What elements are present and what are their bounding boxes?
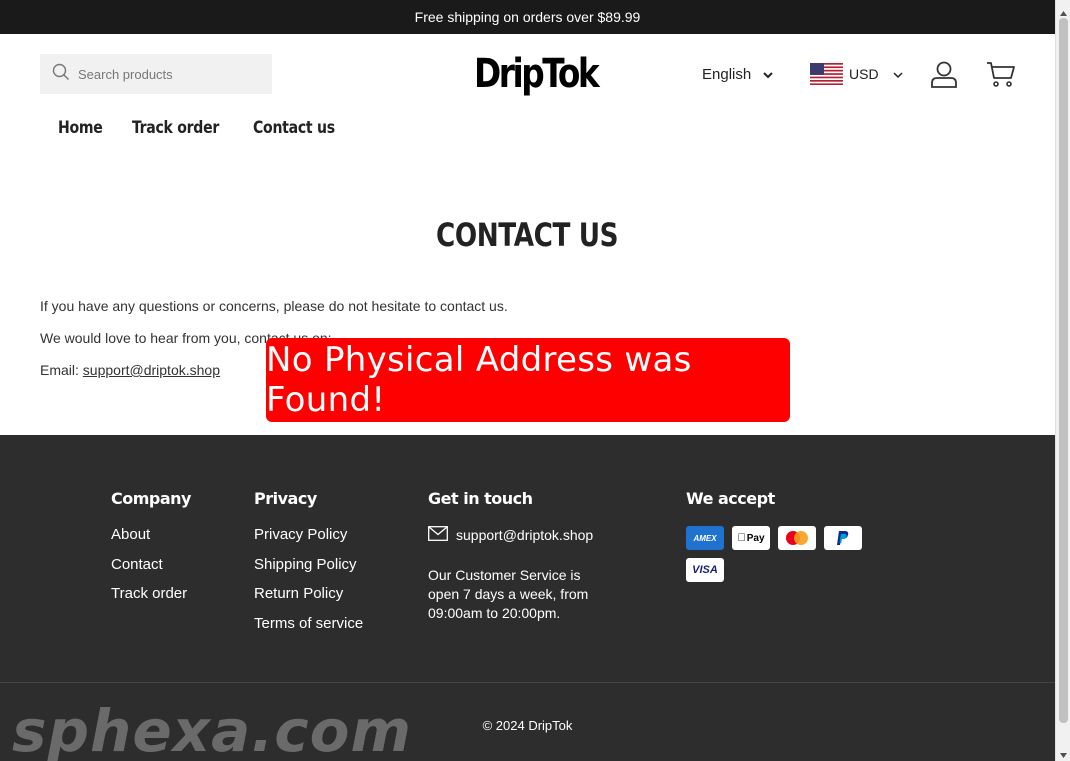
search-icon[interactable] <box>52 63 70 86</box>
language-selector[interactable]: English <box>702 64 773 84</box>
account-icon[interactable] <box>930 60 958 88</box>
page: Free shipping on orders over $89.99 Drip… <box>0 0 1055 761</box>
copyright: © 2024 DripTok <box>482 718 573 733</box>
main-nav: Home Track order Contact us <box>58 118 368 138</box>
footer-link-return-policy[interactable]: Return Policy <box>254 585 363 615</box>
page-title: CONTACT US <box>0 216 1055 254</box>
overlay-banner: No Physical Address was Found! <box>266 338 790 422</box>
email-label: Email: <box>40 362 83 378</box>
store-logo[interactable]: DripTok <box>474 49 600 99</box>
footer-link-terms[interactable]: Terms of service <box>254 615 363 645</box>
email-line: Email: support@driptok.shop <box>40 362 220 378</box>
chevron-down-icon <box>763 66 773 83</box>
language-label: English <box>702 65 752 83</box>
footer-heading-contact: Get in touch <box>428 489 533 508</box>
cart-icon[interactable] <box>986 60 1016 88</box>
footer-link-shipping-policy[interactable]: Shipping Policy <box>254 556 363 586</box>
vertical-scrollbar[interactable] <box>1055 0 1070 761</box>
nav-item-track-order[interactable]: Track order <box>132 118 219 138</box>
page-title-text: CONTACT US <box>436 216 619 254</box>
search-box[interactable] <box>40 54 272 94</box>
footer: Company About Contact Track order Privac… <box>0 435 1055 761</box>
nav-item-home[interactable]: Home <box>58 118 103 138</box>
footer-payments: We accept AMEX Pay VISA <box>686 489 862 582</box>
email-link[interactable]: support@driptok.shop <box>83 362 220 378</box>
announcement-text: Free shipping on orders over $89.99 <box>414 9 641 25</box>
mastercard-icon <box>778 526 816 550</box>
footer-link-about[interactable]: About <box>111 526 191 556</box>
scroll-up-arrow-icon[interactable] <box>1059 5 1068 16</box>
envelope-icon <box>428 526 456 544</box>
payment-cards: AMEX Pay VISA <box>686 526 862 582</box>
overlay-text: No Physical Address was Found! <box>266 340 692 420</box>
announcement-bar: Free shipping on orders over $89.99 <box>0 0 1055 34</box>
footer-link-contact[interactable]: Contact <box>111 556 191 586</box>
chevron-down-icon <box>893 66 903 82</box>
nav-item-contact-us[interactable]: Contact us <box>253 118 335 138</box>
service-hours: Our Customer Service is open 7 days a we… <box>428 567 589 621</box>
footer-heading-payments: We accept <box>686 489 775 508</box>
scroll-down-arrow-icon[interactable] <box>1059 747 1068 758</box>
scrollbar-thumb[interactable] <box>1059 18 1068 723</box>
intro-text: If you have any questions or concerns, p… <box>40 298 508 314</box>
us-flag-icon <box>810 63 843 85</box>
footer-heading-privacy: Privacy <box>254 489 317 508</box>
footer-link-privacy-policy[interactable]: Privacy Policy <box>254 526 363 556</box>
paypal-icon <box>824 526 862 550</box>
search-input[interactable] <box>78 66 258 82</box>
currency-selector[interactable]: USD <box>810 62 903 86</box>
amex-icon: AMEX <box>686 526 724 550</box>
currency-label: USD <box>849 66 879 82</box>
footer-link-track-order[interactable]: Track order <box>111 585 191 615</box>
footer-divider <box>0 682 1055 683</box>
footer-email-row[interactable]: support@driptok.shop <box>428 526 614 544</box>
footer-contact: Get in touch support@driptok.shop Our Cu… <box>428 489 614 623</box>
footer-privacy: Privacy Privacy Policy Shipping Policy R… <box>254 489 363 644</box>
footer-heading-company: Company <box>111 489 191 508</box>
visa-icon: VISA <box>686 558 724 582</box>
footer-company: Company About Contact Track order <box>111 489 191 615</box>
footer-email[interactable]: support@driptok.shop <box>456 527 593 543</box>
apple-pay-icon: Pay <box>732 526 770 550</box>
